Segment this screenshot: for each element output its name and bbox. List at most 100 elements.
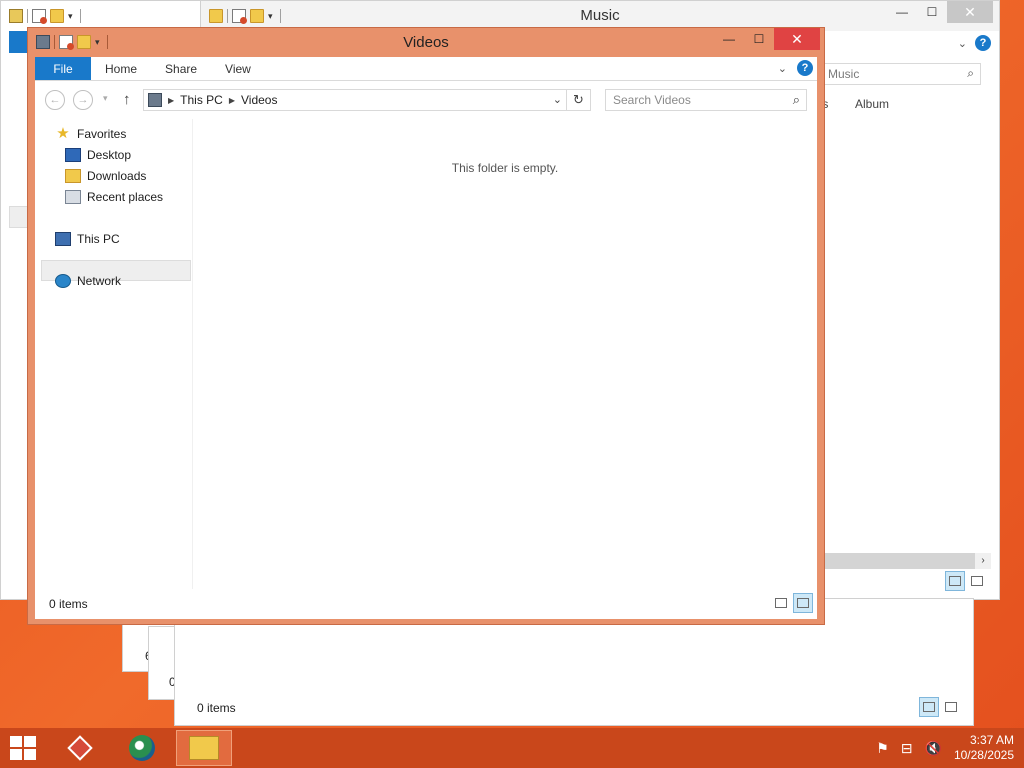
minimize-button[interactable]: — [714, 28, 744, 50]
taskbar: ⚑ ⊟ 🔇 3:37 AM 10/28/2025 [0, 728, 1024, 768]
breadcrumb-videos[interactable]: Videos [241, 93, 277, 107]
browser-globe-icon [129, 735, 155, 761]
up-button[interactable]: ↑ [123, 91, 131, 108]
videos-explorer-window: ▾ Videos — ☐ ✕ File Home Share View ⌄ ? … [27, 27, 825, 625]
search-input[interactable] [606, 90, 776, 110]
close-button[interactable]: ✕ [774, 28, 820, 50]
status-item-count: 0 items [197, 701, 236, 715]
volume-muted-icon[interactable]: 🔇 [925, 740, 942, 757]
explorer-app-icon [9, 9, 23, 23]
windows-logo-pane [24, 749, 36, 760]
large-icons-view-button[interactable] [967, 571, 987, 591]
help-icon[interactable]: ? [975, 35, 991, 51]
app-diamond-icon [67, 735, 93, 761]
help-icon[interactable]: ? [797, 60, 813, 76]
tab-file[interactable]: File [35, 57, 91, 80]
address-dropdown-chevron-icon[interactable]: ⌄ [553, 93, 562, 106]
clock-time: 3:37 AM [969, 733, 1014, 747]
horizontal-scrollbar[interactable]: › [823, 553, 991, 569]
details-view-button[interactable] [945, 571, 965, 591]
navigation-pane: ★ Favorites Desktop Downloads Recent pla… [35, 119, 193, 589]
details-view-button[interactable] [771, 593, 791, 613]
breadcrumb-separator-icon[interactable]: ▶ [168, 96, 174, 105]
network-status-icon[interactable]: ⊟ [901, 740, 913, 757]
videos-window-title: Videos [403, 34, 449, 51]
status-item-count: 0 items [49, 597, 88, 611]
tab-view[interactable]: View [211, 57, 265, 80]
large-icons-view-button[interactable] [793, 593, 813, 613]
file-tab-partial[interactable] [9, 31, 29, 53]
this-pc-icon [55, 232, 71, 246]
clock[interactable]: 3:37 AM 10/28/2025 [954, 733, 1014, 763]
nav-downloads[interactable]: Downloads [65, 169, 146, 183]
music-view-switcher [945, 571, 987, 591]
nav-desktop-label: Desktop [87, 148, 132, 162]
taskbar-app-1[interactable] [52, 730, 108, 766]
nav-desktop[interactable]: Desktop [65, 148, 131, 162]
nav-recent-places-label: Recent places [87, 190, 164, 204]
ribbon-tabs: File Home Share View ⌄ ? [35, 57, 817, 81]
minimize-button[interactable]: — [887, 1, 917, 23]
breadcrumb-this-pc[interactable]: This PC [180, 93, 223, 107]
action-center-flag-icon[interactable]: ⚑ [876, 740, 889, 757]
taskbar-app-browser[interactable] [114, 730, 170, 766]
status-bar: 0 items [35, 591, 817, 619]
details-view-button[interactable] [919, 697, 939, 717]
breadcrumb-separator-icon[interactable]: ▶ [229, 96, 235, 105]
properties-icon[interactable] [32, 9, 47, 24]
tab-home[interactable]: Home [91, 57, 151, 80]
close-button[interactable]: ✕ [947, 1, 993, 23]
videos-location-icon [148, 93, 162, 107]
music-search-input[interactable]: Music ⌕ [821, 63, 981, 85]
nav-this-pc-label: This PC [77, 232, 120, 246]
maximize-button[interactable]: ☐ [917, 1, 947, 23]
star-icon: ★ [56, 125, 70, 142]
forward-button[interactable]: → [73, 90, 93, 110]
new-folder-icon[interactable] [50, 9, 64, 23]
back-button[interactable]: ← [45, 90, 65, 110]
empty-folder-message: This folder is empty. [451, 161, 559, 175]
file-explorer-icon [189, 736, 219, 760]
navigation-bar: ← → ▾ ↑ ▶ This PC ▶ Videos ⌄ ↻ ⌕ [35, 87, 817, 113]
maximize-button[interactable]: ☐ [744, 28, 774, 50]
tab-share[interactable]: Share [151, 57, 211, 80]
windows-logo-pane [10, 749, 22, 760]
search-icon[interactable]: ⌕ [967, 66, 974, 81]
nav-network[interactable]: Network [55, 274, 121, 288]
music-window-title: Music [580, 7, 620, 24]
scroll-right-arrow-icon[interactable]: › [975, 553, 991, 569]
music-ribbon-right: ⌄ ? [958, 35, 991, 51]
videos-client-area: File Home Share View ⌄ ? ← → ▾ ↑ ▶ This … [35, 57, 817, 619]
selected-row-partial [9, 206, 29, 228]
videos-window-controls: — ☐ ✕ [714, 28, 820, 50]
search-box: ⌕ [605, 89, 807, 111]
large-icons-view-button[interactable] [941, 697, 961, 717]
music-search-placeholder: Music [828, 67, 860, 81]
customize-toolbar-icon[interactable]: ▾ [68, 9, 76, 23]
view-switcher [771, 593, 813, 613]
start-button[interactable] [10, 736, 38, 760]
refresh-button[interactable]: ↻ [567, 89, 591, 111]
separator [80, 9, 81, 23]
chevron-down-icon[interactable]: ⌄ [958, 37, 967, 50]
ribbon-right-controls: ⌄ ? [778, 60, 813, 76]
nav-favorites[interactable]: ★ Favorites [55, 125, 126, 142]
nav-network-label: Network [77, 274, 122, 288]
recent-locations-dropdown[interactable]: ▾ [103, 93, 108, 104]
taskbar-app-file-explorer[interactable] [176, 730, 232, 766]
search-icon[interactable]: ⌕ [793, 92, 800, 108]
address-bar[interactable]: ▶ This PC ▶ Videos ⌄ [143, 89, 567, 111]
clock-date: 10/28/2025 [953, 748, 1014, 762]
system-tray: ⚑ ⊟ 🔇 3:37 AM 10/28/2025 [876, 728, 1014, 768]
downloads-icon [65, 169, 81, 183]
nav-recent-places[interactable]: Recent places [65, 190, 163, 204]
expand-ribbon-chevron-icon[interactable]: ⌄ [778, 62, 787, 75]
windows-logo-pane [24, 736, 36, 747]
nav-this-pc[interactable]: This PC [55, 232, 120, 246]
column-header-album[interactable]: Album [855, 97, 889, 111]
videos-titlebar[interactable]: ▾ Videos — ☐ ✕ [28, 28, 824, 57]
network-icon [55, 274, 71, 288]
desktop-icon [65, 148, 81, 162]
quick-access-toolbar: ▾ [9, 9, 81, 24]
music-window-controls: — ☐ ✕ [887, 1, 993, 23]
